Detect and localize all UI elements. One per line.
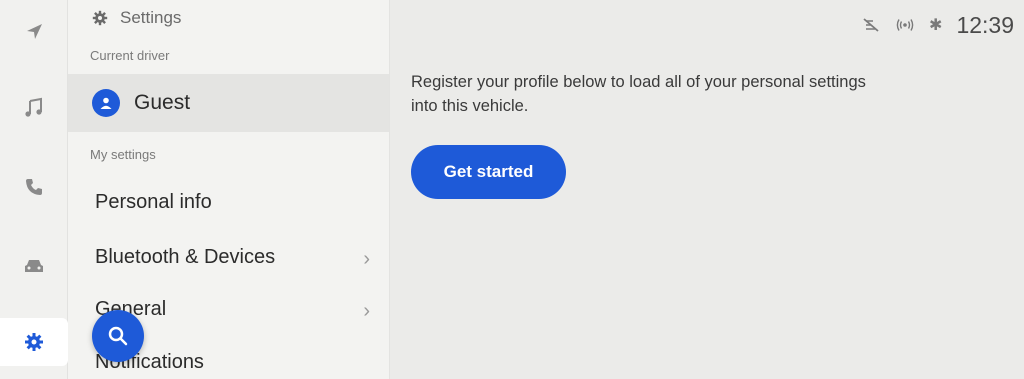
driver-profile-item[interactable]: Guest — [68, 74, 389, 132]
wireless-signal-icon — [896, 19, 914, 31]
phone-button[interactable] — [14, 167, 54, 207]
my-settings-label: My settings — [90, 147, 156, 162]
driver-name: Guest — [134, 91, 191, 114]
music-button[interactable] — [14, 88, 54, 128]
avatar — [92, 89, 120, 117]
menu-item-label: Bluetooth & Devices — [95, 245, 276, 268]
app-rail — [0, 0, 68, 379]
phone-icon — [26, 179, 42, 195]
music-icon — [25, 97, 42, 117]
search-icon — [108, 326, 128, 346]
navigation-icon — [27, 24, 42, 39]
gear-icon — [25, 333, 43, 351]
menu-item-label: Personal info — [95, 190, 212, 213]
navigation-button[interactable] — [14, 12, 54, 52]
menu-header: Settings — [92, 6, 181, 30]
clock: 12:39 — [956, 11, 1014, 38]
gear-icon — [92, 10, 108, 26]
search-button[interactable] — [92, 310, 144, 362]
settings-button[interactable] — [0, 318, 68, 366]
main-content: ✱ 12:39 Register your profile below to l… — [391, 0, 1024, 379]
car-icon — [25, 260, 43, 272]
vehicle-button[interactable] — [14, 246, 54, 286]
bluetooth-icon: ✱ — [929, 17, 943, 34]
status-bar: ✱ 12:39 — [861, 10, 1014, 40]
profile-message: Register your profile below to load all … — [411, 73, 866, 115]
menu-item-bluetooth-devices[interactable]: Bluetooth & Devices › — [68, 235, 389, 279]
user-icon — [100, 97, 112, 109]
menu-item-personal-info[interactable]: Personal info — [68, 180, 389, 224]
chevron-right-icon: › — [363, 248, 370, 270]
menu-title: Settings — [120, 8, 182, 27]
current-driver-label: Current driver — [90, 48, 170, 63]
chevron-right-icon: › — [363, 300, 370, 322]
get-started-button[interactable]: Get started — [411, 145, 566, 199]
voice-off-icon — [863, 18, 879, 32]
